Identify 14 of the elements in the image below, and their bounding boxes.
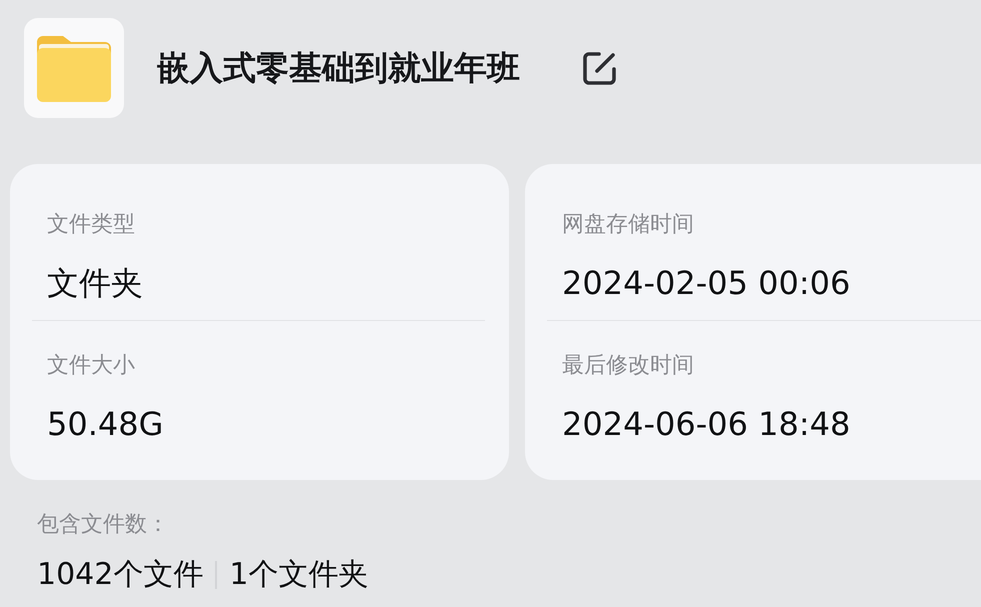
file-count: 1042个文件 [37, 556, 204, 594]
edit-icon[interactable] [582, 50, 618, 86]
field-value: 文件夹 [46, 263, 143, 304]
field-label: 最后修改时间 [561, 352, 694, 380]
field-value: 2024-06-06 18:48 [561, 404, 850, 445]
field-label: 文件类型 [46, 211, 135, 239]
field-label: 网盘存储时间 [561, 211, 694, 239]
field-value: 2024-02-05 00:06 [561, 263, 850, 304]
field-label: 文件大小 [46, 352, 135, 380]
file-count: 1个文件夹 [229, 556, 368, 594]
file-count-label: 包含文件数： [37, 511, 169, 539]
field-value: 50.48G [46, 404, 164, 445]
folder-icon [24, 18, 124, 118]
folder-title: 嵌入式零基础到就业年班 [157, 47, 520, 89]
